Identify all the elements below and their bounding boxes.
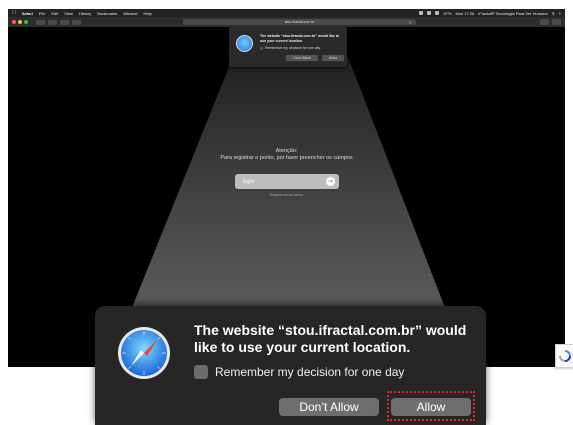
tabs-button[interactable] xyxy=(552,19,561,25)
apple-icon[interactable]:  xyxy=(12,10,16,16)
minimize-window-button[interactable] xyxy=(18,20,22,24)
page-heading: Atenção: xyxy=(275,148,298,154)
remember-label: Remember my decision for one day xyxy=(215,365,405,379)
dont-allow-button[interactable]: Don’t Allow xyxy=(279,398,379,416)
location-permission-dialog: The website “stou.ifractal.com.br” would… xyxy=(95,306,486,425)
mini-remember-option[interactable]: Remember my decision for one day xyxy=(260,46,320,50)
menu-safari[interactable]: Safari xyxy=(22,11,33,16)
mini-dialog-title: The website “stou.ifractal.com.br” would… xyxy=(260,34,340,43)
control-center-icon[interactable]: ≡ xyxy=(559,11,561,16)
forgot-password-link[interactable]: Esqueci minha senha xyxy=(8,193,565,197)
privacy-button[interactable] xyxy=(72,19,81,25)
mini-remember-label: Remember my decision for one day xyxy=(265,46,321,50)
mini-allow-button[interactable]: Allow xyxy=(322,55,344,61)
menu-history[interactable]: History xyxy=(79,11,91,16)
menu-bookmarks[interactable]: Bookmarks xyxy=(97,11,117,16)
status-area: 97% Mon 17:26 iFractal® Tecnologia Para … xyxy=(419,11,561,16)
spotlight-icon[interactable]: ⚲ xyxy=(552,11,555,16)
toolbar-right xyxy=(540,19,561,25)
share-button[interactable] xyxy=(540,19,549,25)
back-button[interactable] xyxy=(48,19,57,25)
login-label: login xyxy=(243,178,255,185)
dialog-title: The website “stou.ifractal.com.br” would… xyxy=(194,322,467,355)
close-window-button[interactable] xyxy=(12,20,16,24)
address-bar[interactable]: stou.ifractal.com.br ↻ xyxy=(183,19,416,25)
safari-compass-icon xyxy=(118,327,170,379)
url-text: stou.ifractal.com.br xyxy=(284,20,315,24)
window-controls xyxy=(12,20,28,24)
remember-option[interactable]: Remember my decision for one day xyxy=(194,365,404,379)
menu-bar:  Safari File Edit View History Bookmark… xyxy=(8,9,565,17)
allow-highlight-marker xyxy=(387,391,475,421)
safari-compass-icon xyxy=(236,35,253,52)
clock[interactable]: Mon 17:26 xyxy=(455,11,474,16)
status-icon[interactable] xyxy=(435,11,440,15)
status-icon[interactable] xyxy=(427,11,432,15)
remember-checkbox[interactable] xyxy=(194,365,208,379)
menu-edit[interactable]: Edit xyxy=(51,11,58,16)
recaptcha-icon[interactable] xyxy=(555,344,573,368)
zoom-window-button[interactable] xyxy=(24,20,28,24)
mini-permission-dialog: The website “stou.ifractal.com.br” would… xyxy=(229,27,347,67)
reload-icon[interactable]: ↻ xyxy=(409,20,412,25)
recaptcha-logo xyxy=(559,350,571,362)
mini-remember-checkbox[interactable] xyxy=(260,46,263,50)
mini-dont-allow-button[interactable]: Don’t Allow xyxy=(286,55,318,61)
battery-percent[interactable]: 97% xyxy=(443,11,451,16)
forward-button[interactable] xyxy=(60,19,69,25)
menu-window[interactable]: Window xyxy=(123,11,137,16)
login-field[interactable]: login ➜ xyxy=(235,174,339,189)
arrow-right-icon[interactable]: ➜ xyxy=(326,177,335,186)
nav-buttons xyxy=(36,19,81,25)
status-icon[interactable] xyxy=(419,11,424,15)
sidebar-button[interactable] xyxy=(36,19,45,25)
user-name[interactable]: iFractal® Tecnologia Para Ser Humano xyxy=(478,11,547,16)
menu-help[interactable]: Help xyxy=(144,11,152,16)
menu-view[interactable]: View xyxy=(64,11,73,16)
page-instruction: Para registrar o ponto, por favor preenc… xyxy=(220,155,353,161)
menu-file[interactable]: File xyxy=(39,11,45,16)
